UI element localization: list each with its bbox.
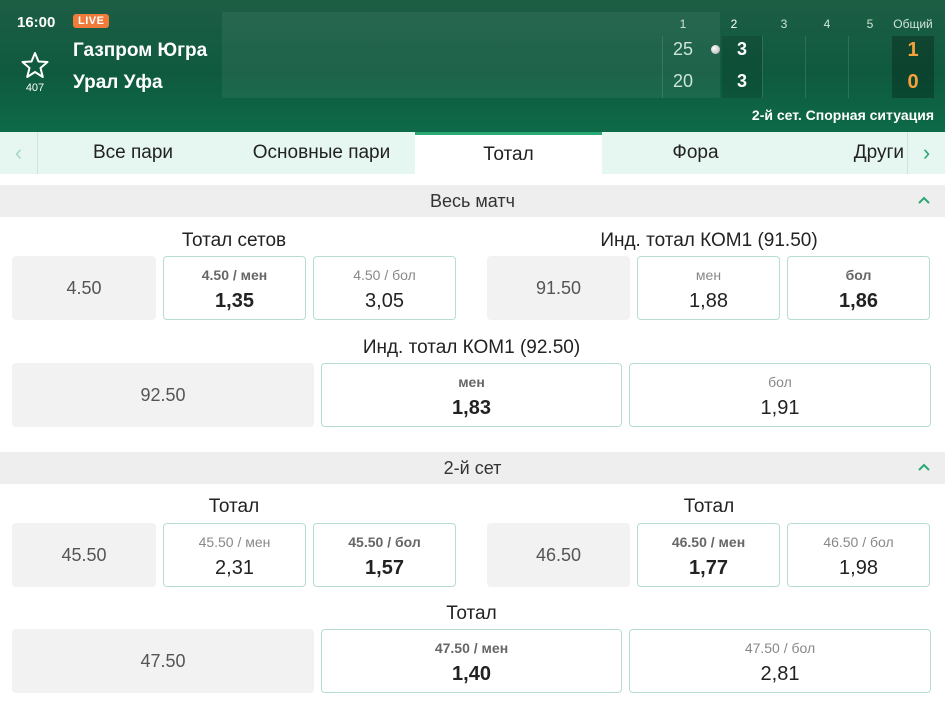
tab-handicap[interactable]: Фора bbox=[602, 132, 789, 174]
match-status: 2-й сет. Спорная ситуация bbox=[751, 107, 934, 123]
odd-over-button[interactable]: бол 1,91 bbox=[629, 363, 931, 427]
odd-label: бол bbox=[768, 374, 792, 390]
odd-label: 45.50 / бол bbox=[348, 534, 421, 550]
set-header-total: Общий bbox=[893, 17, 933, 31]
team1-set1-score: 25 bbox=[672, 39, 694, 59]
odd-label: 46.50 / мен bbox=[671, 534, 746, 550]
odd-label: мен bbox=[458, 374, 485, 390]
odd-under-button[interactable]: мен 1,83 bbox=[321, 363, 622, 427]
market-title: Тотал bbox=[446, 603, 497, 624]
odd-label: 4.50 / бол bbox=[353, 267, 416, 283]
odd-label: 47.50 / бол bbox=[744, 640, 816, 656]
odd-label: мен bbox=[695, 267, 722, 283]
market-param: 45.50 bbox=[12, 523, 156, 587]
odd-label: 4.50 / мен bbox=[201, 267, 268, 283]
section-header-set-2[interactable]: 2-й сет bbox=[0, 452, 945, 484]
odd-value: 1,83 bbox=[452, 397, 491, 419]
market-param: 4.50 bbox=[12, 256, 156, 320]
odd-over-button[interactable]: 47.50 / бол 2,81 bbox=[629, 629, 931, 693]
odd-label: 45.50 / мен bbox=[198, 534, 271, 550]
market-title: Тотал bbox=[683, 496, 735, 517]
chevron-up-icon[interactable] bbox=[917, 460, 931, 474]
market-tabs: ‹ Все пари Основные пари Тотал Фора Друг… bbox=[0, 132, 945, 174]
odd-value: 1,35 bbox=[215, 290, 254, 312]
serve-ball-icon bbox=[711, 45, 720, 54]
market-param: 46.50 bbox=[487, 523, 630, 587]
odd-value: 1,77 bbox=[689, 557, 728, 579]
live-badge: LIVE bbox=[73, 14, 110, 28]
section-header-full-match[interactable]: Весь матч bbox=[0, 185, 945, 217]
set-header-3: 3 bbox=[780, 17, 788, 31]
market-title: Тотал сетов bbox=[181, 230, 287, 251]
team2-total-score: 0 bbox=[907, 71, 919, 93]
tab-all-bets[interactable]: Все пари bbox=[38, 132, 228, 174]
tab-other[interactable]: Други bbox=[789, 132, 907, 174]
odd-value: 2,81 bbox=[760, 663, 800, 685]
match-time: 16:00 bbox=[17, 14, 56, 31]
set-header-1: 1 bbox=[679, 17, 687, 31]
market-title: Тотал bbox=[208, 496, 260, 517]
star-icon[interactable] bbox=[20, 50, 50, 80]
odd-under-button[interactable]: 45.50 / мен 2,31 bbox=[163, 523, 306, 587]
chevron-right-icon[interactable]: › bbox=[907, 132, 945, 174]
odd-under-button[interactable]: 47.50 / мен 1,40 bbox=[321, 629, 622, 693]
market-title: Инд. тотал КОМ1 (92.50) bbox=[362, 337, 581, 358]
odd-over-button[interactable]: 46.50 / бол 1,98 bbox=[787, 523, 930, 587]
odd-value: 1,91 bbox=[760, 397, 800, 419]
match-visual-area bbox=[222, 12, 720, 98]
tab-main-bets[interactable]: Основные пари bbox=[228, 132, 415, 174]
market-title: Инд. тотал КОМ1 (91.50) bbox=[600, 230, 818, 251]
team1-set2-score: 3 bbox=[736, 39, 747, 59]
odd-value: 1,86 bbox=[839, 290, 878, 312]
odd-value: 1,40 bbox=[452, 663, 491, 685]
section-title: Весь матч bbox=[429, 190, 515, 211]
team1-name: Газпром Югра bbox=[73, 40, 208, 61]
chevron-left-icon[interactable]: ‹ bbox=[0, 132, 38, 174]
odd-label: 46.50 / бол bbox=[823, 534, 894, 550]
set-header-2: 2 bbox=[730, 17, 738, 31]
set-header-4: 4 bbox=[823, 17, 831, 31]
tab-total[interactable]: Тотал bbox=[415, 132, 602, 174]
team2-set2-score: 3 bbox=[736, 71, 747, 91]
odd-value: 1,57 bbox=[365, 557, 404, 579]
odd-value: 3,05 bbox=[365, 290, 404, 312]
odd-over-button[interactable]: 45.50 / бол 1,57 bbox=[313, 523, 456, 587]
team1-total-score: 1 bbox=[907, 39, 919, 61]
odd-value: 1,98 bbox=[839, 557, 878, 579]
set-header-5: 5 bbox=[866, 17, 874, 31]
odd-value: 1,88 bbox=[689, 290, 728, 312]
odd-under-button[interactable]: 4.50 / мен 1,35 bbox=[163, 256, 306, 320]
chevron-up-icon[interactable] bbox=[917, 193, 931, 207]
odd-under-button[interactable]: 46.50 / мен 1,77 bbox=[637, 523, 780, 587]
odd-label: 47.50 / мен bbox=[434, 640, 509, 656]
team2-set1-score: 20 bbox=[672, 71, 694, 91]
odd-label: бол bbox=[845, 267, 872, 283]
market-param: 92.50 bbox=[12, 363, 314, 427]
odd-over-button[interactable]: 4.50 / бол 3,05 bbox=[313, 256, 456, 320]
odd-value: 2,31 bbox=[215, 557, 254, 579]
odd-under-button[interactable]: мен 1,88 bbox=[637, 256, 780, 320]
team2-name: Урал Уфа bbox=[73, 72, 163, 93]
market-param: 47.50 bbox=[12, 629, 314, 693]
section-title: 2-й сет bbox=[443, 457, 502, 478]
match-header: 16:00 407 LIVE Газпром Югра Урал Уфа 1 2… bbox=[0, 0, 945, 132]
market-param: 91.50 bbox=[487, 256, 630, 320]
favorite-count: 407 bbox=[25, 82, 45, 94]
odd-over-button[interactable]: бол 1,86 bbox=[787, 256, 930, 320]
